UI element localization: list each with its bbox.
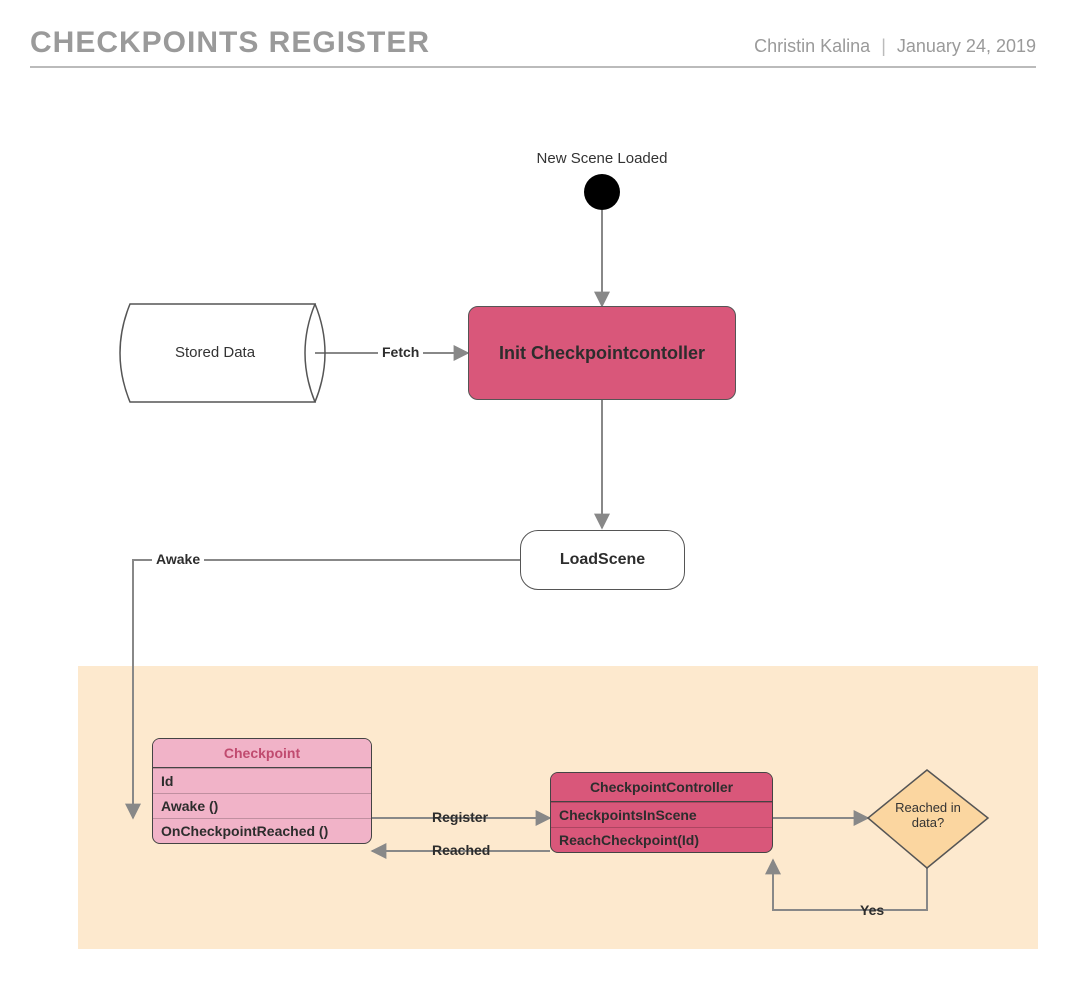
start-label: New Scene Loaded <box>522 150 682 167</box>
header: CHECKPOINTS REGISTER Christin Kalina | J… <box>30 26 1036 68</box>
edge-yes-label: Yes <box>856 902 888 918</box>
page-title: CHECKPOINTS REGISTER <box>30 26 430 60</box>
edge-register-label: Register <box>428 809 492 825</box>
controller-class-title: CheckpointController <box>551 773 772 802</box>
load-scene-node: LoadScene <box>520 530 685 590</box>
meta-separator: | <box>881 36 886 56</box>
date: January 24, 2019 <box>897 36 1036 56</box>
controller-row: CheckpointsInScene <box>551 802 772 827</box>
checkpoint-row: OnCheckpointReached () <box>153 818 371 843</box>
diagram-canvas: New Scene Loaded Stored Data Init Checkp… <box>30 78 1036 958</box>
checkpoint-class: Checkpoint Id Awake () OnCheckpointReach… <box>152 738 372 844</box>
checkpoint-row: Id <box>153 768 371 793</box>
page-meta: Christin Kalina | January 24, 2019 <box>754 36 1036 57</box>
init-controller-node: Init Checkpointcontoller <box>468 306 736 400</box>
load-scene-label: LoadScene <box>560 551 645 569</box>
init-controller-label: Init Checkpointcontoller <box>499 343 705 364</box>
author: Christin Kalina <box>754 36 870 56</box>
checkpoint-class-title: Checkpoint <box>153 739 371 768</box>
checkpoint-row: Awake () <box>153 793 371 818</box>
decision-label: Reached in data? <box>892 800 964 830</box>
edge-reached-label: Reached <box>428 842 494 858</box>
edge-fetch-label: Fetch <box>378 344 423 360</box>
controller-row: ReachCheckpoint(Id) <box>551 827 772 852</box>
controller-class: CheckpointController CheckpointsInScene … <box>550 772 773 853</box>
page: CHECKPOINTS REGISTER Christin Kalina | J… <box>0 0 1066 994</box>
start-node-icon <box>584 174 620 210</box>
edge-awake-label: Awake <box>152 551 204 567</box>
stored-data-label: Stored Data <box>175 344 255 361</box>
